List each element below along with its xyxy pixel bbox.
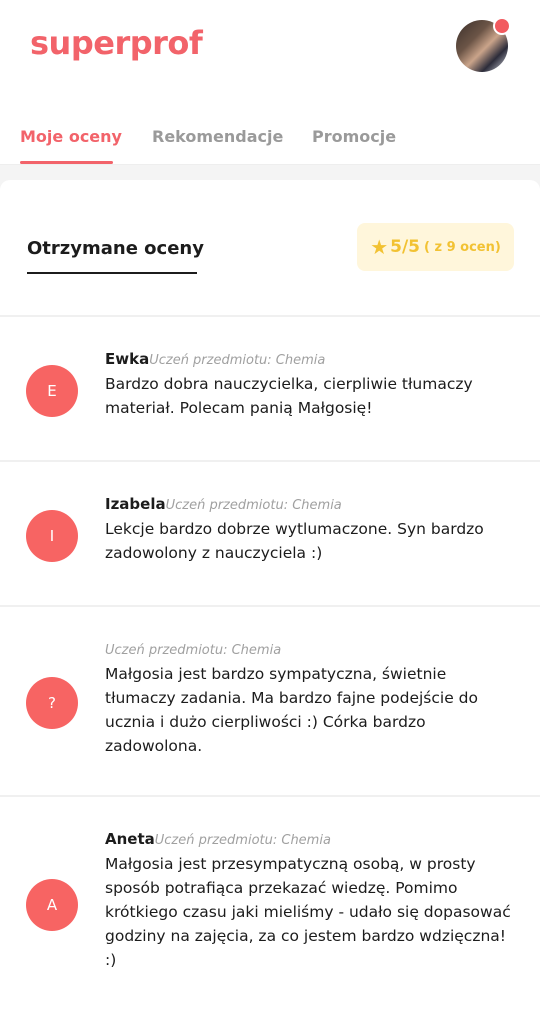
reviewer-name: Izabela: [105, 495, 166, 513]
review-header: EwkaUczeń przedmiotu: Chemia: [105, 349, 325, 368]
review-text: Bardzo dobra nauczycielka, cierpliwie tł…: [105, 375, 473, 417]
rating-count: ( z 9 ocen): [424, 239, 501, 255]
tab-promocje[interactable]: Promocje: [312, 127, 396, 146]
section-title: Otrzymane oceny: [27, 238, 204, 259]
reviewer-avatar: I: [26, 510, 78, 562]
review-item: E EwkaUczeń przedmiotu: Chemia Bardzo do…: [0, 315, 540, 460]
review-header: IzabelaUczeń przedmiotu: Chemia: [105, 494, 342, 513]
rating-value: 5/5: [390, 237, 421, 257]
reviewer-subject: Uczeń przedmiotu: Chemia: [165, 498, 342, 513]
review-item: I IzabelaUczeń przedmiotu: Chemia Lekcje…: [0, 460, 540, 605]
review-header: AnetaUczeń przedmiotu: Chemia: [105, 829, 331, 848]
review-header: Uczeń przedmiotu: Chemia: [105, 639, 281, 658]
section-title-underline: [27, 272, 197, 274]
review-text: Lekcje bardzo dobrze wytlumaczone. Syn b…: [105, 520, 484, 562]
review-text: Małgosia jest przesympatyczną osobą, w p…: [105, 855, 511, 969]
reviewer-avatar: E: [26, 365, 78, 417]
review-item: A AnetaUczeń przedmiotu: Chemia Małgosia…: [0, 795, 540, 1026]
reviewer-name: Ewka: [105, 350, 150, 368]
active-tab-indicator: [20, 161, 113, 164]
tab-rekomendacje[interactable]: Rekomendacje: [152, 127, 283, 146]
review-item: ? Uczeń przedmiotu: Chemia Małgosia jest…: [0, 605, 540, 795]
reviews-panel: Otrzymane oceny ★ 5/5 ( z 9 ocen) E Ewka…: [0, 180, 540, 1026]
star-icon: ★: [370, 235, 389, 259]
reviewer-subject: Uczeń przedmiotu: Chemia: [105, 643, 282, 658]
notification-dot: [493, 17, 511, 35]
reviewer-subject: Uczeń przedmiotu: Chemia: [149, 353, 326, 368]
review-text: Małgosia jest bardzo sympatyczna, świetn…: [105, 665, 478, 755]
reviewer-name: Aneta: [105, 830, 155, 848]
superprof-logo[interactable]: superprof: [30, 24, 203, 62]
reviewer-subject: Uczeń przedmiotu: Chemia: [154, 833, 331, 848]
rating-badge: ★ 5/5 ( z 9 ocen): [357, 223, 514, 271]
reviewer-avatar: A: [26, 879, 78, 931]
tab-moje-oceny[interactable]: Moje oceny: [20, 127, 122, 146]
tab-bar: Moje oceny Rekomendacje Promocje: [0, 95, 540, 165]
reviewer-avatar: ?: [26, 677, 78, 729]
